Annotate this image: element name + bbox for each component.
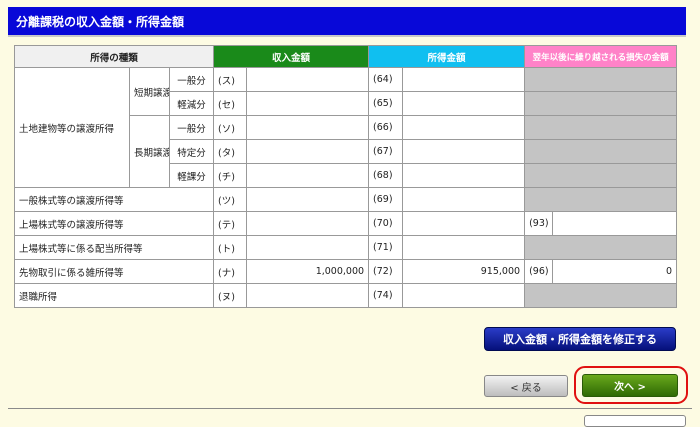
income-cell bbox=[246, 163, 370, 188]
income-cell bbox=[246, 115, 370, 140]
sub-label: 軽課分 bbox=[168, 163, 215, 188]
sub-label: 軽減分 bbox=[168, 91, 215, 116]
income-cell bbox=[246, 91, 370, 116]
profit-code: (66) bbox=[368, 115, 404, 140]
sub-label: 一般分 bbox=[168, 67, 215, 92]
land-label: 土地建物等の譲渡所得 bbox=[14, 67, 130, 188]
income-code: (タ) bbox=[213, 139, 248, 164]
profit-code: (69) bbox=[368, 187, 404, 212]
income-code: (ソ) bbox=[213, 115, 248, 140]
profit-code: (65) bbox=[368, 91, 404, 116]
profit-code: (64) bbox=[368, 67, 404, 92]
partial-button[interactable] bbox=[584, 415, 686, 427]
profit-cell bbox=[402, 139, 526, 164]
profit-cell bbox=[402, 187, 526, 212]
header-loss: 翌年以後に繰り越される損失の金額 bbox=[524, 45, 678, 68]
loss-cell-disabled bbox=[524, 187, 678, 212]
income-code: (ナ) bbox=[213, 259, 248, 284]
loss-code: (93) bbox=[524, 211, 554, 236]
profit-cell bbox=[402, 283, 526, 308]
loss-cell-disabled bbox=[524, 91, 678, 116]
income-table: 所得の種類 収入金額 所得金額 翌年以後に繰り越される損失の金額 土地建物等の譲… bbox=[13, 45, 678, 308]
loss-cell-disabled bbox=[524, 115, 678, 140]
header-income: 収入金額 bbox=[213, 45, 370, 68]
profit-code: (67) bbox=[368, 139, 404, 164]
table-row: 土地建物等の譲渡所得 短期譲渡 一般分 (ス) (64) bbox=[14, 67, 678, 188]
income-cell bbox=[246, 139, 370, 164]
loss-code: (96) bbox=[524, 259, 554, 284]
income-cell bbox=[246, 283, 370, 308]
row-label: 一般株式等の譲渡所得等 bbox=[13, 187, 215, 212]
profit-cell bbox=[402, 211, 526, 236]
long-term-label: 長期譲渡 bbox=[129, 115, 170, 188]
profit-code: (70) bbox=[368, 211, 404, 236]
profit-code: (68) bbox=[368, 163, 404, 188]
profit-cell bbox=[402, 67, 526, 92]
row-label: 退職所得 bbox=[13, 283, 215, 308]
loss-cell-disabled bbox=[524, 235, 678, 260]
profit-cell bbox=[402, 163, 526, 188]
profit-code: (71) bbox=[368, 235, 404, 260]
table-row: 一般株式等の譲渡所得等 (ツ) (69) bbox=[13, 187, 678, 212]
table-row: 上場株式等の譲渡所得等 (テ) (70) (93) bbox=[13, 211, 678, 236]
table-row: 退職所得 (ヌ) (74) bbox=[13, 283, 678, 308]
income-cell: 1,000,000 bbox=[246, 259, 370, 284]
loss-cell-disabled bbox=[524, 283, 678, 308]
income-code: (ト) bbox=[213, 235, 248, 260]
profit-cell bbox=[402, 115, 526, 140]
row-label: 上場株式等に係る配当所得等 bbox=[13, 235, 215, 260]
back-button[interactable]: < 戻る bbox=[484, 375, 568, 397]
sub-label: 特定分 bbox=[168, 139, 215, 164]
profit-code: (72) bbox=[368, 259, 404, 284]
table-header-row: 所得の種類 収入金額 所得金額 翌年以後に繰り越される損失の金額 bbox=[13, 45, 678, 68]
row-label: 上場株式等の譲渡所得等 bbox=[13, 211, 215, 236]
header-profit: 所得金額 bbox=[368, 45, 526, 68]
income-code: (ヌ) bbox=[213, 283, 248, 308]
page-title: 分離課税の収入金額・所得金額 bbox=[8, 7, 686, 37]
income-cell bbox=[246, 67, 370, 92]
profit-cell bbox=[402, 235, 526, 260]
short-term-label: 短期譲渡 bbox=[129, 67, 170, 116]
profit-code: (74) bbox=[368, 283, 404, 308]
header-kind: 所得の種類 bbox=[13, 45, 215, 68]
profit-cell bbox=[402, 91, 526, 116]
income-code: (テ) bbox=[213, 211, 248, 236]
divider bbox=[8, 408, 692, 409]
table-row: 先物取引に係る雑所得等 (ナ) 1,000,000 (72) 915,000 (… bbox=[13, 259, 678, 284]
profit-cell: 915,000 bbox=[402, 259, 526, 284]
income-code: (ス) bbox=[213, 67, 248, 92]
income-code: (チ) bbox=[213, 163, 248, 188]
row-label: 先物取引に係る雑所得等 bbox=[13, 259, 215, 284]
fix-income-button[interactable]: 収入金額・所得金額を修正する bbox=[484, 327, 676, 351]
table-row: 上場株式等に係る配当所得等 (ト) (71) bbox=[13, 235, 678, 260]
highlight-circle bbox=[574, 366, 688, 404]
loss-cell-disabled bbox=[524, 139, 678, 164]
loss-cell-disabled bbox=[524, 67, 678, 92]
income-cell bbox=[246, 235, 370, 260]
loss-cell bbox=[552, 211, 678, 236]
loss-cell: 0 bbox=[552, 259, 678, 284]
income-code: (セ) bbox=[213, 91, 248, 116]
income-cell bbox=[246, 187, 370, 212]
sub-label: 一般分 bbox=[168, 115, 215, 140]
income-cell bbox=[246, 211, 370, 236]
loss-cell-disabled bbox=[524, 163, 678, 188]
income-code: (ツ) bbox=[213, 187, 248, 212]
